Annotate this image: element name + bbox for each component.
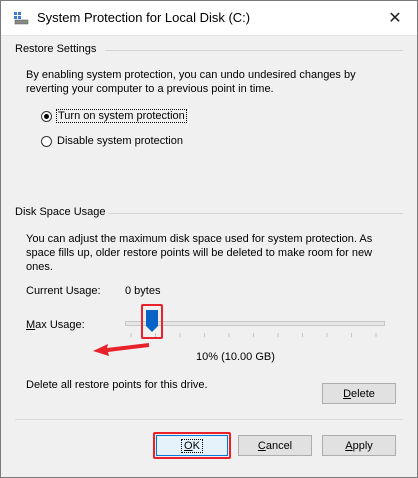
cancel-button-label: Cancel	[257, 439, 293, 452]
max-usage-slider-ticks	[130, 333, 377, 337]
delete-restore-points-text: Delete all restore points for this drive…	[26, 379, 208, 391]
window-title: System Protection for Local Disk (C:)	[37, 10, 251, 25]
radio-turn-on-protection[interactable]: Turn on system protection	[41, 109, 187, 123]
disk-space-description-line3: ones.	[26, 261, 53, 273]
max-usage-slider-track[interactable]	[125, 321, 385, 326]
ok-button-highlight	[153, 432, 231, 459]
current-usage-label: Current Usage:	[26, 285, 101, 297]
slider-thumb-highlight	[140, 304, 163, 339]
current-usage-value: 0 bytes	[125, 285, 161, 297]
apply-button-label: Apply	[345, 439, 373, 452]
system-protection-dialog: System Protection for Local Disk (C:) ✕ …	[0, 0, 418, 478]
disk-space-divider	[108, 213, 403, 214]
restore-settings-description-line1: By enabling system protection, you can u…	[26, 69, 356, 81]
radio-button-unchecked[interactable]	[41, 135, 52, 147]
cancel-button[interactable]: Cancel	[238, 435, 312, 456]
title-bar: System Protection for Local Disk (C:) ✕	[1, 1, 417, 36]
max-usage-label: Max Usage:	[26, 319, 85, 331]
restore-settings-description-line2: reverting your computer to a previous po…	[26, 83, 274, 95]
radio-button-checked[interactable]	[41, 110, 52, 122]
disk-space-description-line1: You can adjust the maximum disk space us…	[26, 233, 373, 245]
red-arrow-annotation	[93, 343, 149, 356]
apply-button[interactable]: Apply	[322, 435, 396, 456]
delete-button[interactable]: Delete	[322, 383, 396, 404]
system-drive-icon	[14, 12, 29, 25]
close-icon: ✕	[388, 10, 402, 27]
bottom-separator	[15, 419, 403, 420]
max-usage-readout: 10% (10.00 GB)	[196, 351, 275, 363]
close-button[interactable]: ✕	[373, 1, 417, 35]
disk-space-description-line2: space fills up, older restore points wil…	[26, 247, 373, 259]
radio-turn-on-label: Turn on system protection	[56, 109, 187, 123]
restore-settings-heading: Restore Settings	[15, 43, 97, 55]
disk-space-heading: Disk Space Usage	[15, 206, 106, 218]
radio-disable-protection[interactable]: Disable system protection	[41, 135, 183, 147]
radio-disable-label: Disable system protection	[57, 135, 183, 147]
restore-settings-divider	[105, 50, 403, 51]
delete-button-label: Delete	[343, 387, 375, 400]
